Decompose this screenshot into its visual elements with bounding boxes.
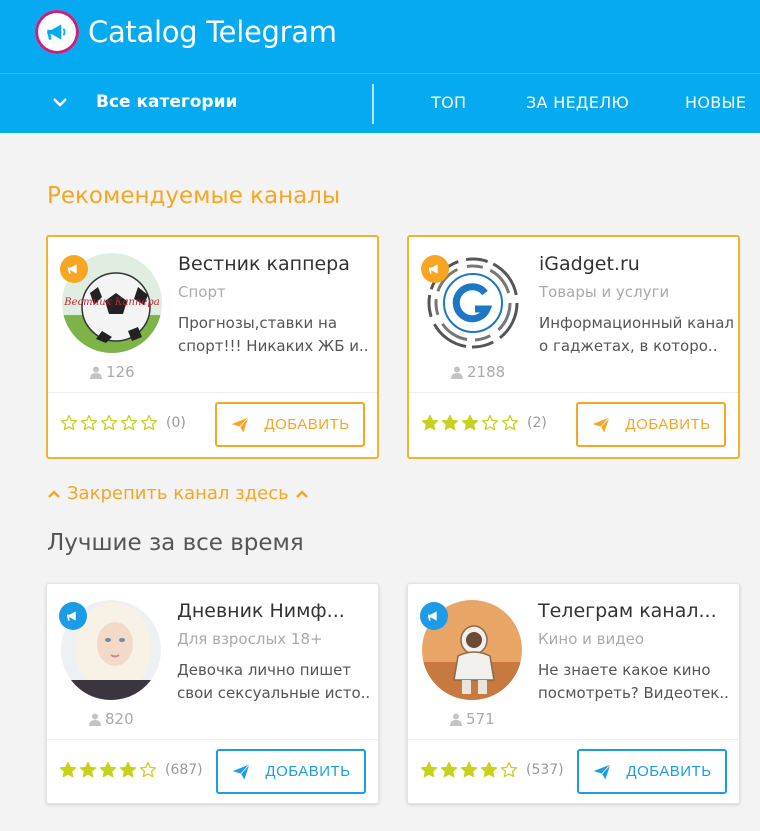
- add-channel-button[interactable]: ДОБАВИТЬ: [216, 749, 366, 794]
- channel-description: Информационный канал о гаджетах, в котор…: [539, 314, 735, 355]
- channel-category[interactable]: Кино и видео: [538, 630, 644, 648]
- nav-week[interactable]: ЗА НЕДЕЛЮ: [526, 93, 629, 112]
- nav-new[interactable]: НОВЫЕ: [685, 93, 746, 112]
- paper-plane-icon: [233, 763, 251, 779]
- channel-card: 820 Дневник Нимф... Для взрослых 18+ Дев…: [46, 583, 379, 804]
- star-filled-icon: [480, 761, 498, 778]
- star-empty-icon: [139, 761, 157, 778]
- channel-title[interactable]: Телеграм канал...: [538, 600, 717, 622]
- rating: (537): [420, 761, 564, 779]
- nav-bar: Все категории ТОП ЗА НЕДЕЛЮ НОВЫЕ: [0, 73, 760, 133]
- rating-count: (687): [165, 762, 203, 778]
- add-channel-button[interactable]: ДОБАВИТЬ: [577, 749, 727, 794]
- subscriber-count: 2188: [451, 363, 505, 381]
- rating-count: (537): [526, 762, 564, 778]
- paper-plane-icon: [594, 763, 612, 779]
- rating: (687): [59, 761, 203, 779]
- card-footer: (537) ДОБАВИТЬ: [408, 739, 739, 803]
- nav-top[interactable]: ТОП: [431, 93, 466, 112]
- channel-description: Не знаете какое кино посмотреть? Видеоте…: [538, 661, 729, 702]
- star-filled-icon: [460, 761, 478, 778]
- channel-title[interactable]: iGadget.ru: [539, 253, 640, 275]
- star-empty-icon: [140, 414, 158, 431]
- channel-title[interactable]: Дневник Нимф...: [177, 600, 345, 622]
- star-empty-icon: [120, 414, 138, 431]
- avatar-caption: Вестник Каппера: [63, 297, 159, 308]
- megaphone-icon: [60, 255, 88, 283]
- card-footer: (0) ДОБАВИТЬ: [48, 392, 377, 457]
- star-empty-icon: [481, 414, 499, 431]
- star-empty-icon: [80, 414, 98, 431]
- star-empty-icon: [100, 414, 118, 431]
- rating-count: (0): [166, 415, 186, 431]
- channel-category[interactable]: Спорт: [178, 283, 226, 301]
- channel-description: Прогнозы,ставки на спорт!!! Никаких ЖБ и…: [178, 314, 369, 355]
- subscriber-count: 571: [450, 710, 495, 728]
- add-channel-button[interactable]: ДОБАВИТЬ: [215, 402, 365, 447]
- channel-card: 2188 iGadget.ru Товары и услуги Информац…: [407, 235, 740, 459]
- add-channel-button[interactable]: ДОБАВИТЬ: [576, 402, 726, 447]
- star-filled-icon: [119, 761, 137, 778]
- star-empty-icon: [500, 761, 518, 778]
- recommended-title: Рекомендуемые каналы: [47, 183, 341, 209]
- site-header: Catalog Telegram Все категории ТОП ЗА НЕ…: [0, 0, 760, 133]
- megaphone-icon: [420, 602, 448, 630]
- star-filled-icon: [420, 761, 438, 778]
- star-empty-icon: [60, 414, 78, 431]
- nav-divider: [372, 84, 374, 124]
- user-icon: [89, 713, 101, 726]
- chevron-up-icon: [295, 489, 308, 498]
- channel-title[interactable]: Вестник каппера: [178, 253, 350, 275]
- rating-count: (2): [527, 415, 547, 431]
- paper-plane-icon: [232, 416, 250, 432]
- rating: (0): [60, 414, 186, 432]
- star-empty-icon: [501, 414, 519, 431]
- megaphone-icon: [59, 602, 87, 630]
- brand[interactable]: Catalog Telegram: [35, 9, 337, 54]
- pin-channel-link[interactable]: Закрепить канал здесь: [47, 483, 309, 504]
- subscriber-count: 820: [89, 710, 134, 728]
- best-title: Лучшие за все время: [47, 530, 304, 556]
- channel-card: Вестник Каппера 126 Вестник каппера Спор…: [46, 235, 379, 459]
- megaphone-icon: [421, 255, 449, 283]
- star-filled-icon: [461, 414, 479, 431]
- category-select[interactable]: Все категории: [96, 92, 237, 112]
- star-filled-icon: [99, 761, 117, 778]
- user-icon: [90, 366, 102, 379]
- channel-category[interactable]: Для взрослых 18+: [177, 630, 323, 648]
- card-footer: (687) ДОБАВИТЬ: [47, 739, 378, 803]
- star-filled-icon: [59, 761, 77, 778]
- user-icon: [451, 366, 463, 379]
- paper-plane-icon: [593, 416, 611, 432]
- chevron-up-icon: [48, 489, 60, 498]
- channel-card: 571 Телеграм канал... Кино и видео Не зн…: [407, 583, 740, 804]
- star-filled-icon: [79, 761, 97, 778]
- chevron-down-icon[interactable]: [50, 92, 70, 112]
- star-filled-icon: [441, 414, 459, 431]
- subscriber-count: 126: [90, 363, 135, 381]
- rating: (2): [421, 414, 547, 432]
- channel-description: Девочка лично пишет свои сексуальные ист…: [177, 661, 371, 702]
- card-footer: (2) ДОБАВИТЬ: [409, 392, 738, 457]
- channel-category[interactable]: Товары и услуги: [539, 283, 669, 301]
- megaphone-icon: [35, 9, 79, 54]
- star-filled-icon: [440, 761, 458, 778]
- site-title: Catalog Telegram: [88, 14, 337, 49]
- star-filled-icon: [421, 414, 439, 431]
- user-icon: [450, 713, 462, 726]
